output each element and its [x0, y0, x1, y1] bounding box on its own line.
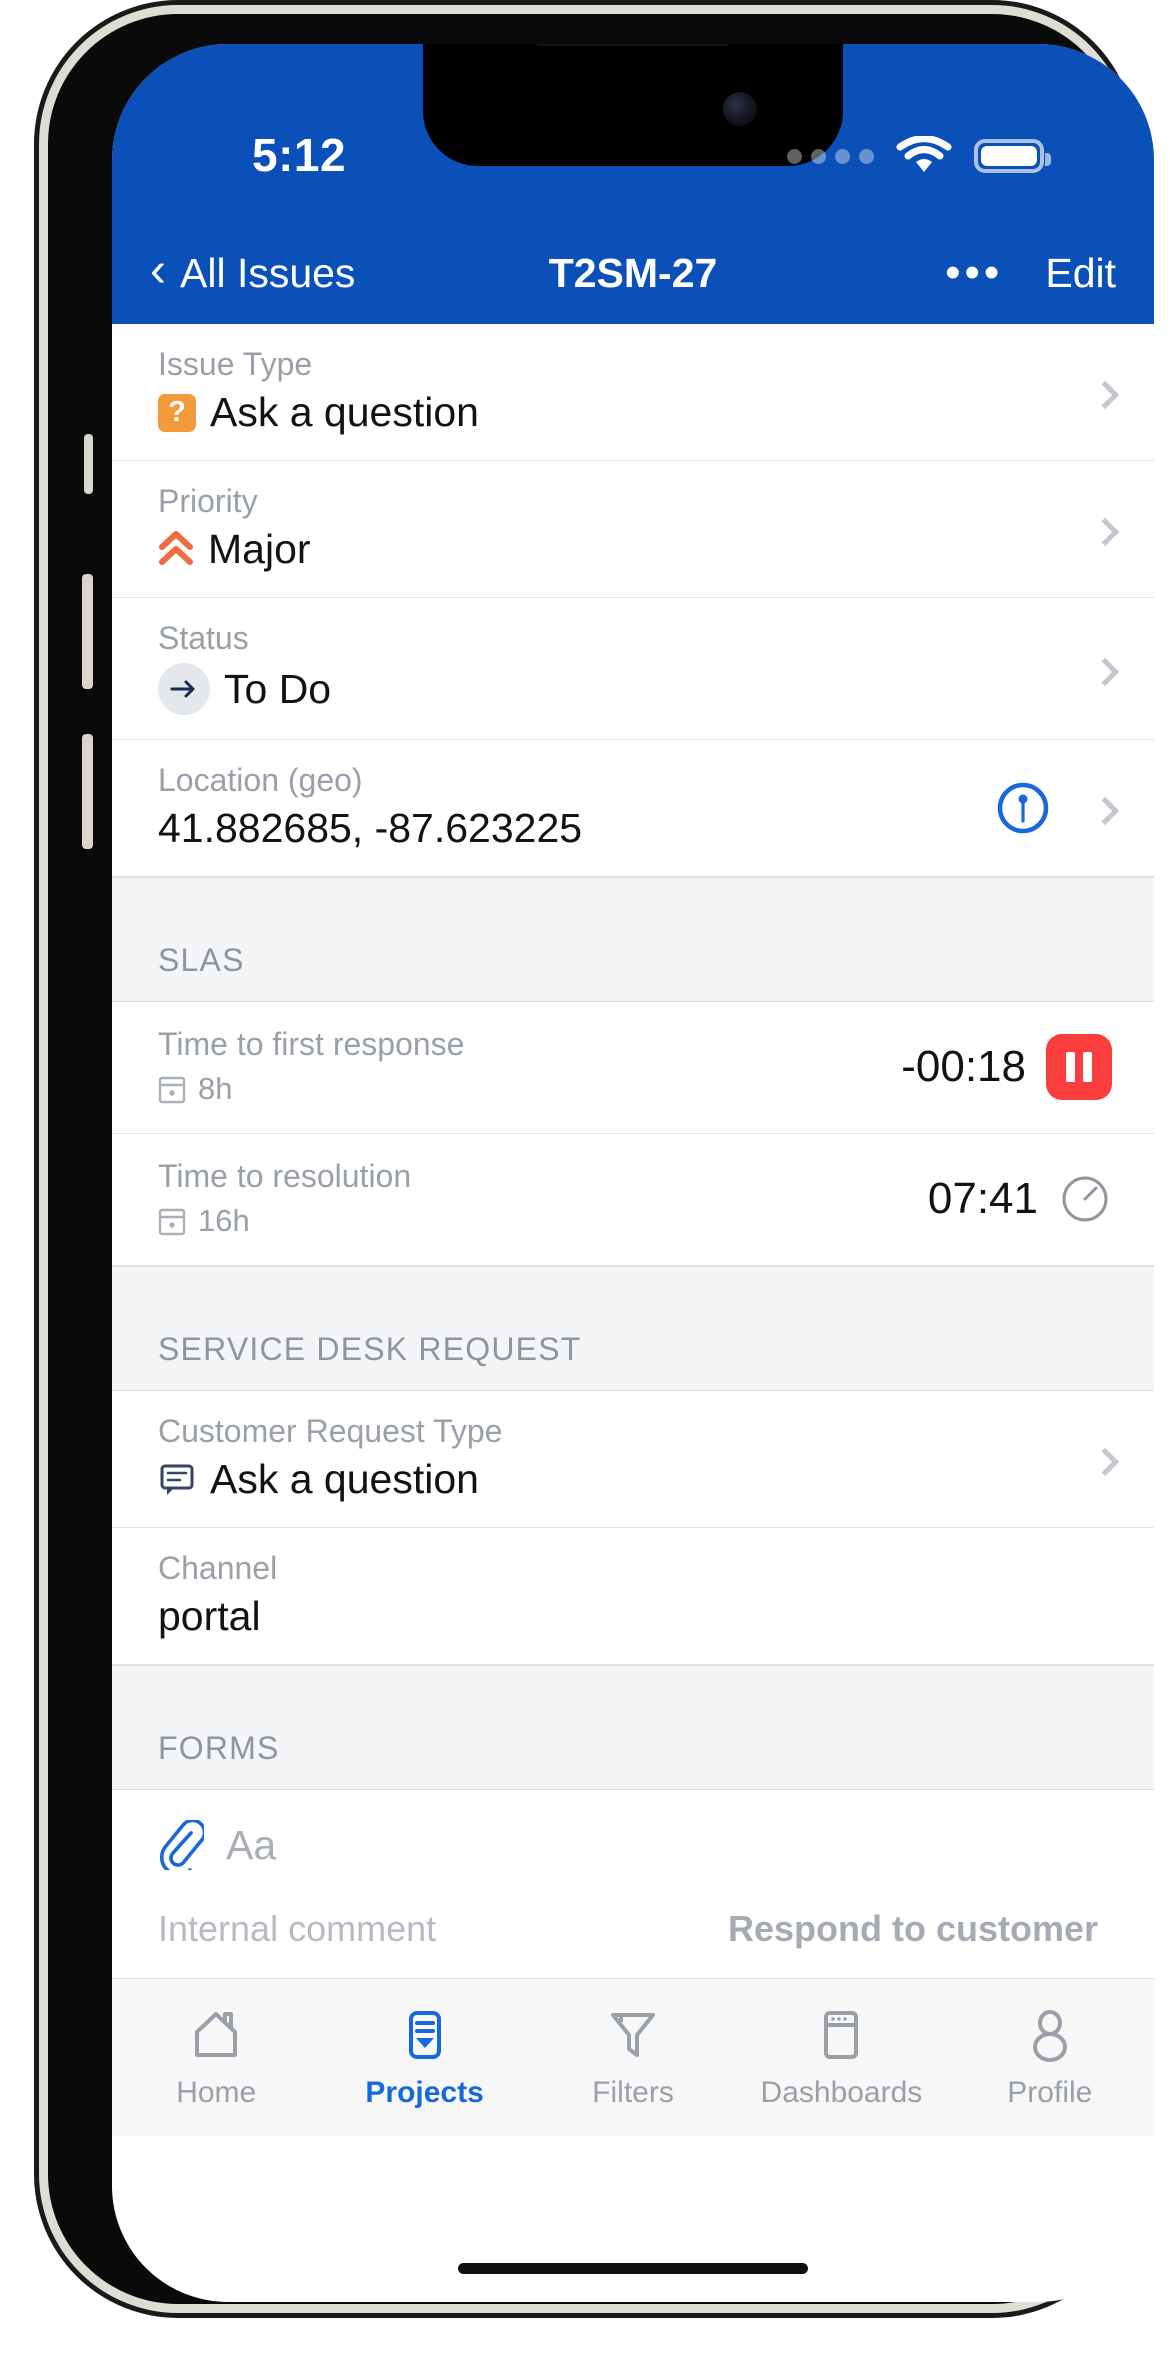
edit-button[interactable]: Edit	[1045, 250, 1116, 297]
sla-goal-label: 8h	[198, 1071, 233, 1106]
field-value: Major	[208, 526, 311, 572]
tab-label: Profile	[1007, 2075, 1093, 2109]
comment-visibility-toggle[interactable]: Internal comment Respond to customer	[158, 1896, 1108, 1978]
signal-dots-icon	[787, 148, 874, 164]
tab-label: Dashboards	[760, 2075, 923, 2109]
home-icon	[195, 2011, 238, 2057]
tab-profile[interactable]: Profile	[946, 2006, 1154, 2110]
sla-goal: 16h	[158, 1203, 928, 1239]
phone-frame: 5:12 ‹ All Issues T2SM-27 ••• Edit Issue…	[48, 14, 1154, 2304]
field-value-wrapper: To Do	[158, 663, 1108, 715]
field-value-wrapper: Ask a question	[158, 1456, 1108, 1503]
tab-label: Home	[176, 2075, 257, 2109]
status-bar: 5:12	[112, 44, 1154, 222]
profile-icon	[1032, 2009, 1067, 2062]
earpiece-speaker	[533, 44, 733, 46]
sla-info: Time to resolution 16h	[158, 1158, 928, 1239]
sla-name: Time to first response	[158, 1026, 465, 1062]
sla-goal: 8h	[158, 1071, 901, 1107]
section-header-forms: FORMS	[112, 1665, 1154, 1790]
sla-name: Time to resolution	[158, 1158, 412, 1194]
sla-status: -00:18	[901, 1033, 1112, 1100]
tab-projects[interactable]: Projects	[320, 2006, 528, 2110]
field-row-channel[interactable]: Channel portal	[112, 1528, 1154, 1665]
wifi-icon	[896, 136, 952, 172]
status-bar-time: 5:12	[252, 129, 347, 181]
tab-dashboards[interactable]: Dashboards	[737, 2006, 945, 2110]
tab-filters[interactable]: Filters	[529, 2006, 737, 2110]
sla-row-first-response[interactable]: Time to first response 8h -00:18	[112, 1002, 1154, 1134]
add-form-button[interactable]: Add Form	[112, 1790, 1154, 1802]
volume-down-button[interactable]	[82, 734, 93, 849]
field-label: Issue Type	[158, 346, 313, 382]
tab-label: Filters	[592, 2075, 674, 2109]
field-value-wrapper: portal	[158, 1593, 1108, 1640]
more-options-button[interactable]: •••	[945, 250, 1003, 295]
silent-switch[interactable]	[84, 434, 93, 494]
clock-icon	[1062, 1176, 1108, 1221]
field-label: Status	[158, 620, 249, 656]
volume-up-button[interactable]	[82, 574, 93, 689]
section-header-service-desk-request: SERVICE DESK REQUEST	[112, 1266, 1154, 1391]
sla-time-remaining: -00:18	[901, 1041, 1026, 1091]
nav-actions: ••• Edit	[945, 250, 1116, 297]
back-button[interactable]: ‹ All Issues	[150, 244, 356, 297]
map-pin-circle-icon[interactable]	[996, 781, 1050, 835]
respond-to-customer-option[interactable]: Respond to customer	[728, 1908, 1098, 1950]
battery-full-icon	[974, 139, 1051, 173]
internal-comment-option[interactable]: Internal comment	[158, 1908, 436, 1950]
sla-goal-label: 16h	[198, 1203, 250, 1238]
format-text-button[interactable]: Aa	[226, 1822, 276, 1869]
tab-label: Projects	[365, 2075, 484, 2109]
field-value: 41.882685, -87.623225	[158, 805, 583, 851]
field-value: Ask a question	[210, 1456, 479, 1502]
back-button-label: All Issues	[179, 249, 356, 296]
navigation-bar: ‹ All Issues T2SM-27 ••• Edit	[112, 222, 1154, 324]
field-value: portal	[158, 1593, 261, 1639]
status-todo-arrow-icon	[158, 663, 210, 715]
notch	[423, 44, 843, 166]
field-label: Priority	[158, 483, 258, 519]
sla-info: Time to first response 8h	[158, 1026, 901, 1107]
field-value-wrapper: ? Ask a question	[158, 389, 1108, 436]
field-row-status[interactable]: Status To Do	[112, 598, 1154, 740]
sla-status: 07:41	[928, 1172, 1112, 1226]
projects-icon	[408, 2010, 441, 2059]
field-value: To Do	[224, 665, 332, 712]
comment-tools: Aa	[158, 1820, 1108, 1896]
status-bar-icons	[787, 136, 1051, 176]
field-value: Ask a question	[210, 389, 479, 435]
field-value-wrapper: Major	[158, 526, 1108, 573]
phone-screen: 5:12 ‹ All Issues T2SM-27 ••• Edit Issue…	[112, 44, 1154, 2302]
field-value-wrapper: 41.882685, -87.623225	[158, 805, 1108, 852]
field-row-issue-type[interactable]: Issue Type ? Ask a question	[112, 324, 1154, 461]
section-header-slas: SLAS	[112, 877, 1154, 1002]
calendar-icon	[158, 1076, 186, 1104]
comment-bar: Aa Internal comment Respond to customer	[112, 1802, 1154, 1978]
field-row-location[interactable]: Location (geo) 41.882685, -87.623225	[112, 740, 1154, 877]
chevron-left-icon: ‹	[150, 244, 166, 297]
sla-row-resolution[interactable]: Time to resolution 16h 07:41	[112, 1134, 1154, 1266]
priority-major-icon	[159, 530, 193, 565]
pause-icon[interactable]	[1046, 1033, 1112, 1100]
calendar-icon	[158, 1208, 186, 1236]
front-camera-icon	[723, 92, 757, 126]
field-row-customer-request-type[interactable]: Customer Request Type Ask a question	[112, 1391, 1154, 1528]
field-label: Location (geo)	[158, 762, 363, 798]
field-label: Channel	[158, 1550, 278, 1586]
sla-time-remaining: 07:41	[927, 1173, 1038, 1223]
field-row-priority[interactable]: Priority Major	[112, 461, 1154, 598]
filter-icon	[611, 2012, 656, 2057]
comment-request-icon	[160, 1464, 194, 1495]
question-mark-icon: ?	[158, 393, 196, 432]
issue-detail-content[interactable]: Issue Type ? Ask a question Priority Maj…	[112, 324, 1154, 1802]
tab-home[interactable]: Home	[112, 2006, 320, 2110]
field-label: Customer Request Type	[158, 1413, 503, 1449]
bottom-tab-bar: Home Projects Filters Dashboards Profile	[112, 1978, 1154, 2136]
home-indicator[interactable]	[458, 2263, 808, 2274]
paperclip-icon[interactable]	[158, 1820, 204, 1870]
dashboard-icon	[824, 2010, 859, 2059]
